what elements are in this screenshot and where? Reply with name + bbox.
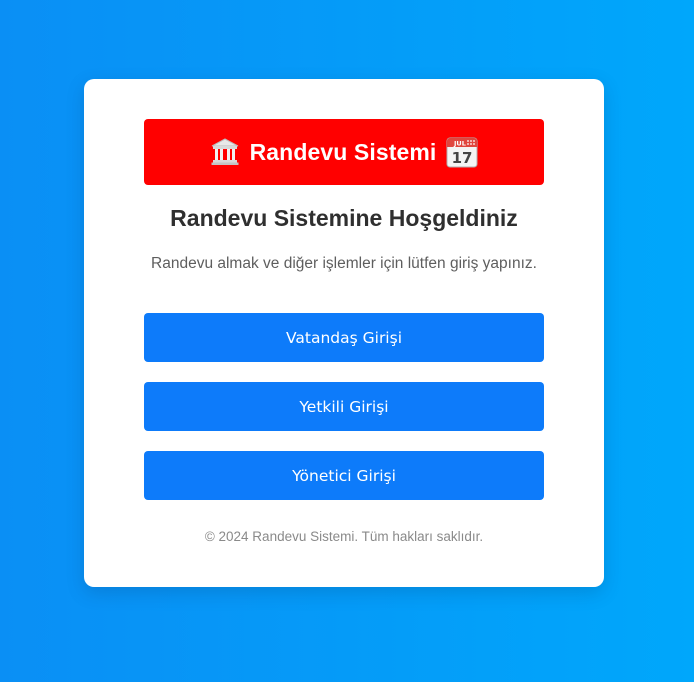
authorized-login-button[interactable]: Yetkili Girişi <box>144 382 544 431</box>
header-banner: Randevu Sistemi JUL 17 <box>144 119 544 185</box>
calendar-month-text: JUL <box>453 140 466 148</box>
welcome-subtext: Randevu almak ve diğer işlemler için lüt… <box>151 255 537 272</box>
admin-login-button[interactable]: Yönetici Girişi <box>144 451 544 500</box>
calendar-day-text: 17 <box>452 149 473 167</box>
login-card: Randevu Sistemi JUL 17 Randevu Sistemine… <box>84 79 604 587</box>
footer-copyright: © 2024 Randevu Sistemi. Tüm hakları sakl… <box>204 529 484 544</box>
welcome-heading: Randevu Sistemine Hoşgeldiniz <box>170 205 518 231</box>
citizen-login-button[interactable]: Vatandaş Girişi <box>144 313 544 362</box>
app-title: Randevu Sistemi <box>249 138 437 165</box>
calendar-icon: JUL 17 <box>446 136 478 168</box>
bank-building-icon <box>210 137 240 167</box>
